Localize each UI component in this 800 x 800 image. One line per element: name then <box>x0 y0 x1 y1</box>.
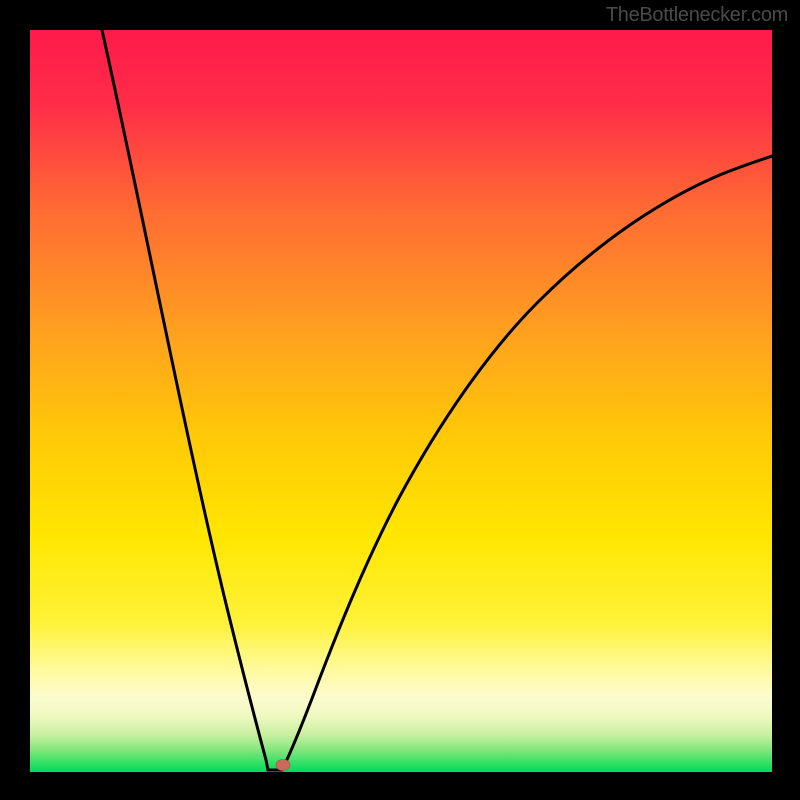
chart-plot-area <box>30 30 772 772</box>
chart-background <box>30 30 772 772</box>
chart-svg <box>30 30 772 772</box>
marker-dot <box>276 760 290 771</box>
watermark-text: TheBottlenecker.com <box>606 4 788 27</box>
